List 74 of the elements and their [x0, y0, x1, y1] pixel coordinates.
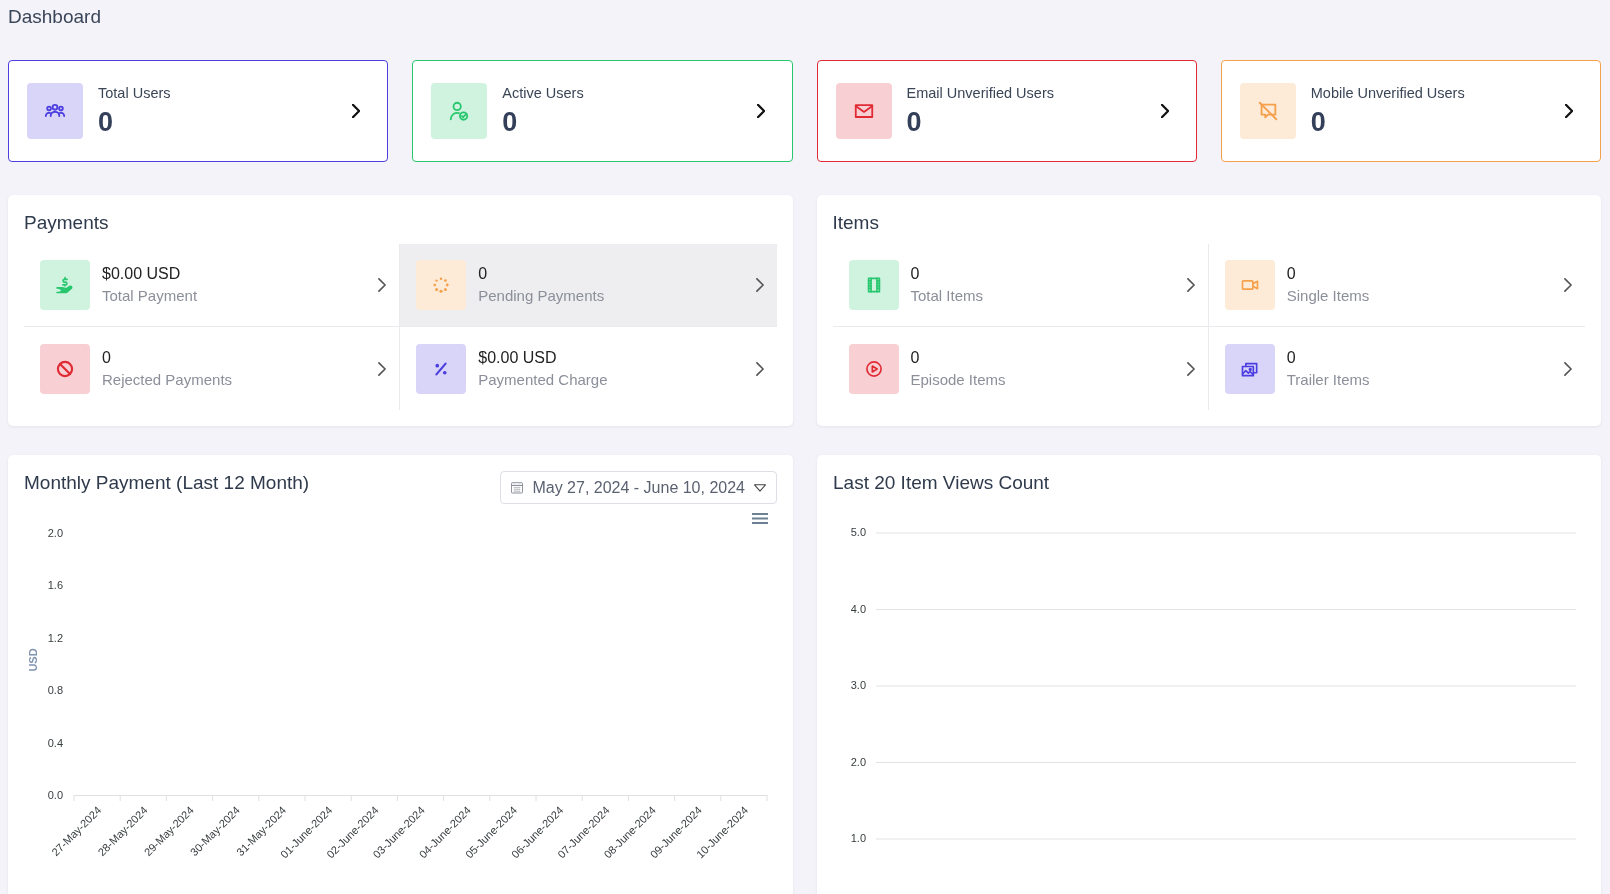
stat-card[interactable]: Email Unverified Users 0: [816, 60, 1197, 162]
date-range-button[interactable]: May 27, 2024 - June 10, 2024: [500, 471, 777, 504]
chevron-right-icon: [378, 361, 387, 376]
calendar-icon: [511, 481, 524, 494]
item-value: $0.00 USD: [478, 347, 557, 368]
film-icon: [848, 260, 899, 310]
panel-title: Items: [832, 211, 879, 235]
item-value: 0: [1286, 264, 1296, 284]
chevron-right-icon: [1564, 361, 1572, 376]
stat-value: 0: [1310, 106, 1326, 138]
chevron-right-icon: [378, 278, 387, 292]
y-tick-label: 5.0: [850, 526, 866, 538]
chevron-right-icon: [352, 104, 361, 118]
item-label: Total Items: [910, 286, 984, 306]
chart-title: Last 20 Item Views Count: [833, 471, 1050, 495]
item-label: Trailer Items: [1286, 369, 1370, 390]
item-value: 0: [1286, 347, 1296, 368]
stat-label: Mobile Unverified Users: [1310, 84, 1465, 102]
chevron-right-icon: [755, 278, 764, 292]
y-tick-label: 1.6: [47, 579, 63, 592]
y-tick-label: 2.0: [850, 755, 866, 768]
chevron-right-icon: [1186, 278, 1195, 292]
item-label: Episode Items: [910, 369, 1006, 390]
item-label: Paymented Charge: [478, 369, 608, 390]
y-axis-title: USD: [27, 648, 39, 672]
percent-icon: [416, 343, 467, 394]
stat-value: 0: [502, 106, 518, 138]
y-tick-label: 3.0: [850, 679, 866, 691]
stat-label: Active Users: [502, 84, 584, 102]
caret-down-icon: [754, 483, 766, 492]
stat-label: Email Unverified Users: [906, 84, 1054, 102]
stat-item[interactable]: 0 Pending Payments: [400, 244, 777, 327]
images-icon: [1224, 343, 1275, 394]
y-tick-label: 1.2: [47, 631, 63, 644]
chevron-right-icon: [1186, 361, 1195, 376]
users-group-icon: [27, 83, 83, 139]
item-label: Rejected Payments: [102, 369, 233, 390]
y-tick-label: 0.4: [47, 736, 63, 749]
stat-item[interactable]: 0 Total Items: [832, 244, 1209, 327]
envelope-icon: [835, 83, 892, 139]
panel-title: Payments: [24, 211, 109, 235]
y-tick-label: 4.0: [850, 602, 866, 615]
slashed-message-icon: [1239, 83, 1296, 139]
chart-title: Monthly Payment (Last 12 Month): [24, 471, 310, 495]
user-check-icon: [431, 83, 488, 139]
y-tick-label: 0.8: [47, 684, 63, 697]
item-label: Total Payment: [102, 286, 198, 306]
chevron-right-icon: [755, 361, 764, 376]
chevron-right-icon: [1564, 278, 1572, 292]
ban-icon: [40, 343, 90, 394]
page-title: Dashboard: [8, 6, 101, 28]
stat-value: 0: [98, 106, 114, 138]
item-label: Pending Payments: [478, 286, 605, 306]
stat-item[interactable]: $0.00 USD Total Payment: [24, 244, 401, 327]
y-tick-label: 0.0: [47, 789, 63, 801]
item-value: $0.00 USD: [102, 264, 181, 284]
item-value: 0: [102, 347, 111, 368]
hand-dollar-icon: [40, 260, 90, 310]
chevron-right-icon: [756, 104, 765, 118]
menu-icon[interactable]: [751, 513, 769, 524]
item-value: 0: [910, 264, 920, 284]
chevron-right-icon: [1565, 104, 1573, 118]
stat-card[interactable]: Mobile Unverified Users 0: [1220, 60, 1601, 162]
item-value: 0: [478, 264, 488, 284]
item-label: Single Items: [1286, 286, 1370, 306]
y-tick-label: 2.0: [47, 527, 63, 539]
stat-card[interactable]: Active Users 0: [412, 60, 793, 162]
stat-card[interactable]: Total Users 0: [8, 60, 389, 162]
y-tick-label: 1.0: [850, 832, 866, 844]
video-camera-icon: [1224, 260, 1275, 310]
stat-value: 0: [906, 106, 922, 138]
stat-label: Total Users: [98, 84, 171, 102]
item-value: 0: [910, 347, 920, 368]
chevron-right-icon: [1160, 104, 1169, 118]
